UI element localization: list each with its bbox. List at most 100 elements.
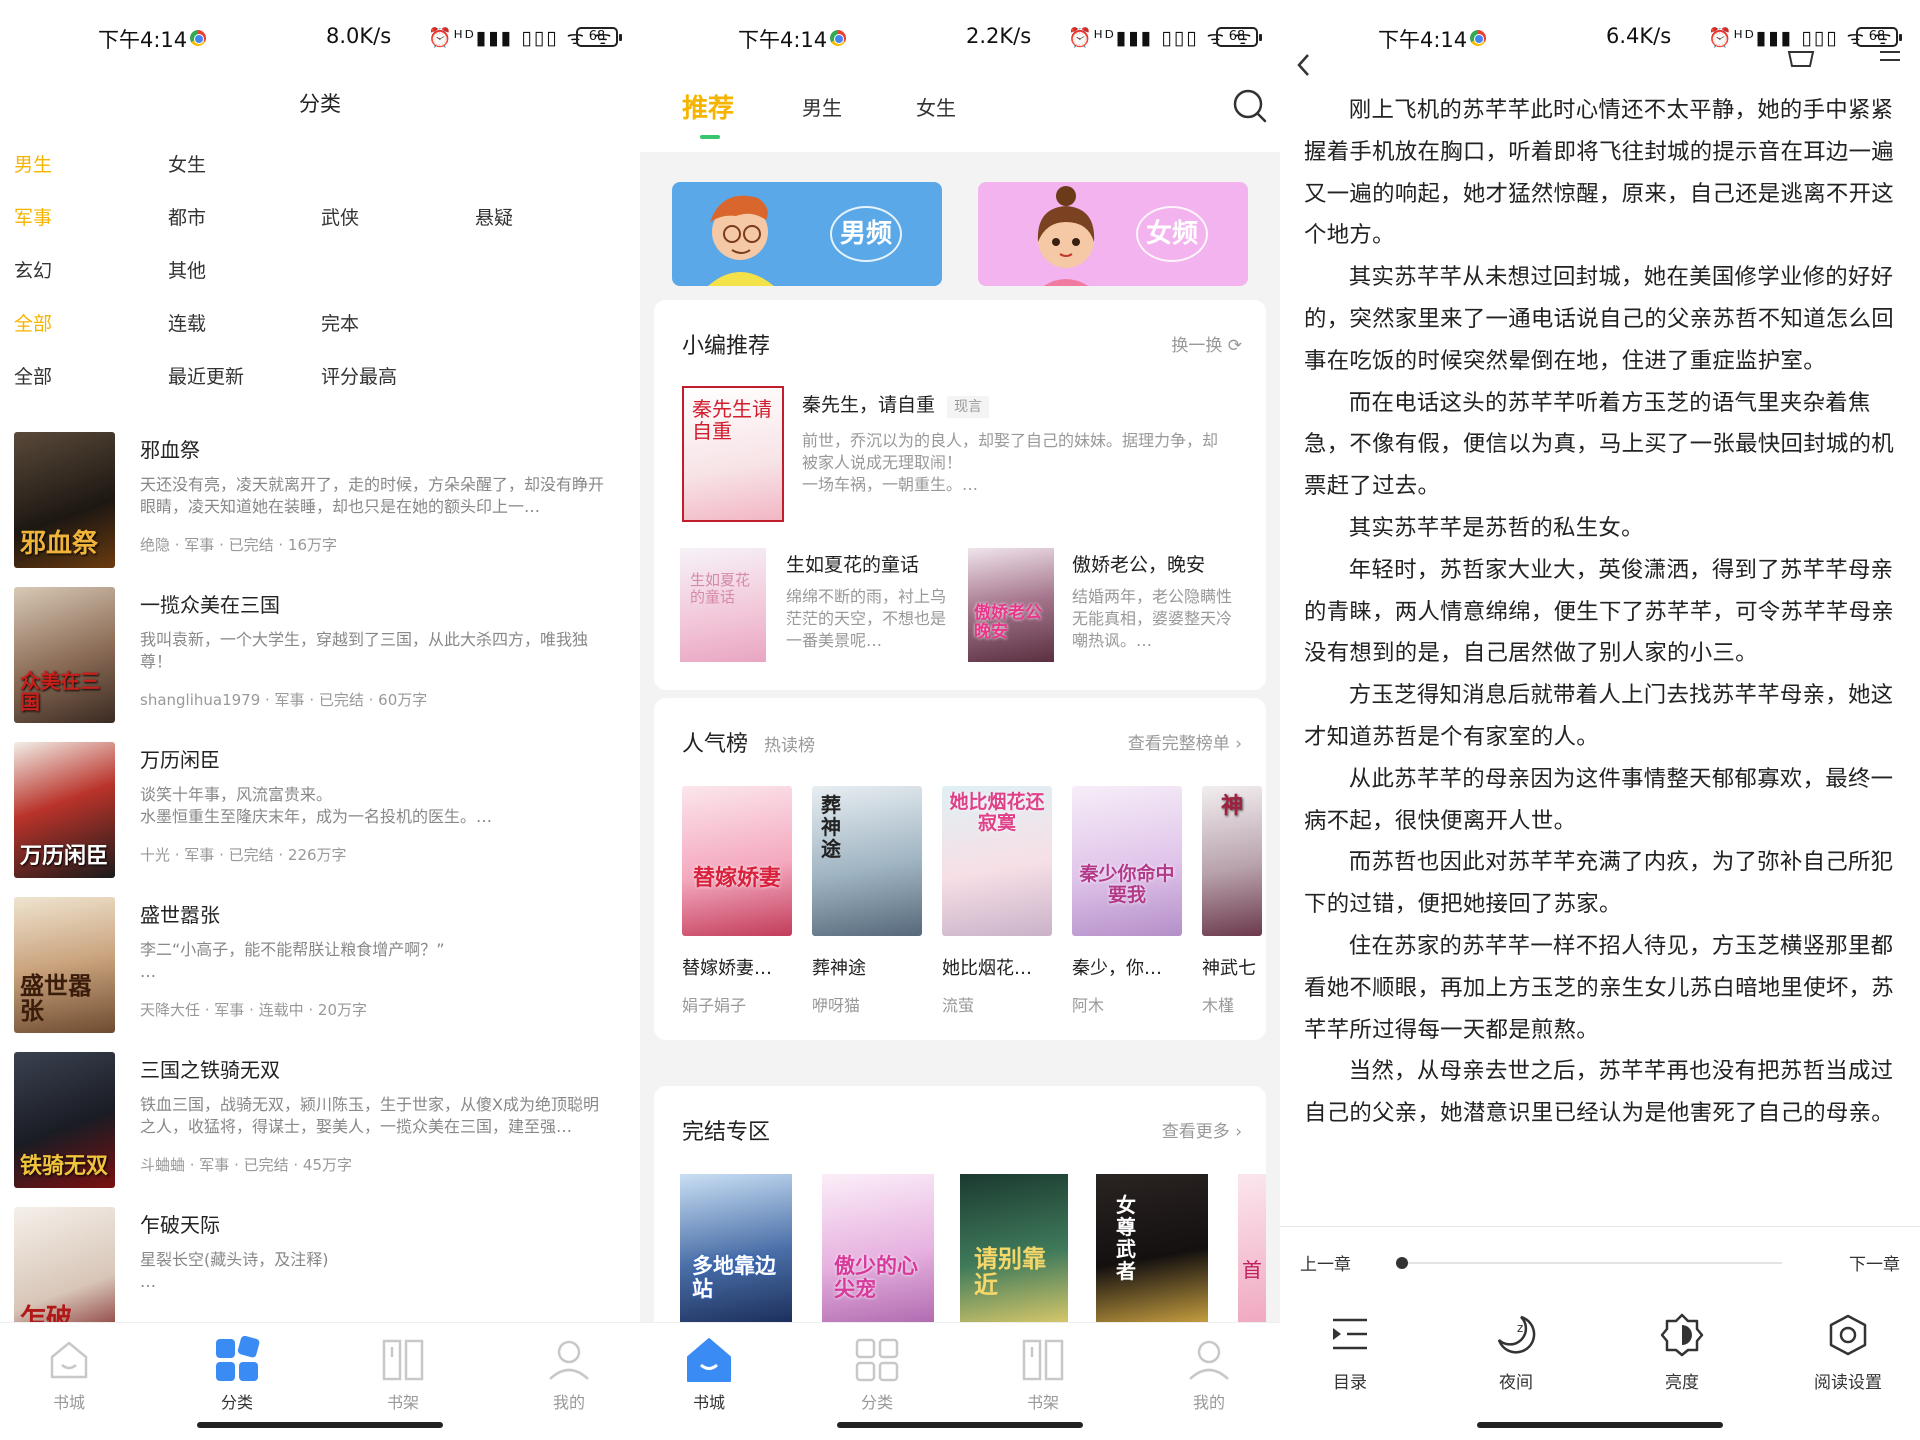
category-grid-icon	[852, 1335, 902, 1385]
filter-option[interactable]: 武侠	[321, 203, 359, 230]
banner-male[interactable]: 男频	[672, 182, 942, 286]
filter-option[interactable]: 完本	[321, 309, 359, 336]
chrome-icon	[1470, 30, 1486, 46]
more-menu-icon[interactable]	[1874, 46, 1904, 68]
nav-item-profile[interactable]: 我的	[1164, 1335, 1254, 1413]
book-list-item[interactable]: 众美在三国 一揽众美在三国 我叫袁新，一个大学生，穿越到了三国，从此大杀四方，唯…	[14, 587, 626, 727]
reader-screen: 下午4:14 6.4K/s ⏰ᴴᴰ▮▮▮ ▯▯▯ ᯤ ᯤ 68 刚上飞机的苏芊芊…	[1280, 0, 1920, 1440]
nav-item-category[interactable]: 分类	[832, 1335, 922, 1413]
book-list-item[interactable]: 铁骑无双 三国之铁骑无双 铁血三国，战骑无双，颍川陈玉，生于世家，从傻X成为绝顶…	[14, 1052, 626, 1192]
status-bar: 下午4:14 8.0K/s ⏰ᴴᴰ▮▮▮ ▯▯▯ ᯤ ᯤ 68	[0, 20, 640, 60]
filter-option[interactable]: 女生	[168, 150, 206, 177]
filter-option[interactable]: 全部	[14, 362, 52, 389]
status-time: 下午4:14	[98, 28, 188, 52]
book-meta: shanglihua1979 · 军事 · 已完结 · 60万字	[140, 691, 428, 709]
refresh-button[interactable]: 换一换 ⟳	[1171, 331, 1242, 356]
ranking-book[interactable]: 她比烟花还寂寞 她比烟花… 流萤	[942, 786, 1052, 1016]
book-cover[interactable]: 首	[1238, 1174, 1266, 1324]
status-speed: 6.4K/s	[1606, 24, 1672, 48]
home-indicator[interactable]	[1477, 1422, 1723, 1428]
book-cover[interactable]: 女尊武者	[1096, 1174, 1208, 1324]
filter-option[interactable]: 全部	[14, 309, 52, 336]
settings-gear-icon	[1823, 1310, 1873, 1360]
toc-button[interactable]: 目录	[1300, 1310, 1400, 1393]
book-cover: 神	[1202, 786, 1262, 936]
editor-picks-card: 小编推荐 换一换 ⟳ 秦先生请自重 秦先生，请自重 现言 前世，乔沉以为的良人，…	[654, 300, 1266, 690]
night-mode-button[interactable]: z 夜间	[1466, 1310, 1566, 1393]
next-chapter-button[interactable]: 下一章	[1849, 1250, 1900, 1275]
status-bar: 下午4:14 2.2K/s ⏰ᴴᴰ▮▮▮ ▯▯▯ ᯤ ᯤ 68	[640, 20, 1280, 60]
filter-option[interactable]: 男生	[14, 150, 52, 177]
nav-item-profile[interactable]: 我的	[524, 1335, 614, 1413]
book-desc: 李二“小高子，能不能帮朕让粮食增产啊？” …	[140, 940, 445, 981]
paragraph: 其实苏芊芊从未想过回封城，她在美国修学业修的好好的，突然家里来了一通电话说自己的…	[1304, 264, 1894, 374]
paragraph: 年轻时，苏哲家大业大，英俊潇洒，得到了苏芊芊母亲的青睐，两人情意绵绵，便生下了苏…	[1304, 556, 1894, 667]
book-cover[interactable]: 多地靠边站	[680, 1174, 792, 1324]
brightness-button[interactable]: 亮度	[1632, 1310, 1732, 1393]
svg-text:z: z	[1517, 1321, 1523, 1335]
bookshelf-icon	[378, 1335, 428, 1385]
paragraph: 当然，从母亲去世之后，苏芊芊再也没有把苏哲当成过自己的父亲，她潜意识里已经认为是…	[1304, 1058, 1894, 1127]
book-cover: 众美在三国	[14, 587, 115, 723]
filter-option[interactable]: 最近更新	[168, 362, 244, 389]
nav-item-bookshelf[interactable]: 书架	[358, 1335, 448, 1413]
ranking-book[interactable]: 葬神途 葬神途 咿呀猫	[812, 786, 922, 1016]
status-time: 下午4:14	[738, 28, 828, 52]
book-title: 替嫁娇妻…	[682, 958, 772, 979]
ranking-book[interactable]: 秦少你命中要我 秦少，你… 阿木	[1072, 786, 1182, 1016]
section-title: 小编推荐	[682, 334, 771, 359]
book-cover[interactable]: 请别靠近	[960, 1174, 1068, 1324]
prev-chapter-button[interactable]: 上一章	[1300, 1250, 1351, 1275]
nav-item-bookstore[interactable]: 书城	[664, 1335, 754, 1413]
filter-option[interactable]: 军事	[14, 203, 52, 230]
back-arrow-icon[interactable]	[1294, 52, 1314, 78]
banner-female[interactable]: 女频	[978, 182, 1248, 286]
tool-label: 阅读设置	[1814, 1373, 1882, 1393]
tool-label: 目录	[1333, 1373, 1367, 1393]
book-list-item[interactable]: 邪血祭 邪血祭 天还没有亮，凌天就离开了，走的时候，方朵朵醒了，却没有睁开眼睛，…	[14, 432, 626, 572]
banner-label: 男频	[830, 206, 902, 262]
book-title: 万历闲臣	[140, 748, 220, 772]
nav-item-bookshelf[interactable]: 书架	[998, 1335, 1088, 1413]
tab-male[interactable]: 男生	[802, 92, 842, 121]
paragraph: 方玉芝得知消息后就带着人上门去找苏芊芊母亲，她这才知道苏哲是个有家室的人。	[1304, 682, 1894, 750]
book-list-item[interactable]: 盛世嚣张 盛世嚣张 李二“小高子，能不能帮朕让粮食增产啊？” … 天降大任 · …	[14, 897, 626, 1037]
battery-icon: 68	[1216, 27, 1262, 47]
home-indicator[interactable]	[837, 1422, 1083, 1428]
slider-knob[interactable]	[1396, 1257, 1408, 1269]
chrome-icon	[830, 30, 846, 46]
filter-option[interactable]: 都市	[168, 203, 206, 230]
view-full-ranking-link[interactable]: 查看完整榜单 ›	[1128, 729, 1242, 754]
home-indicator[interactable]	[197, 1422, 443, 1428]
book-title: 一揽众美在三国	[140, 593, 280, 617]
book-cover[interactable]: 秦先生请自重	[682, 386, 784, 522]
book-author: 娟子娟子	[682, 996, 747, 1015]
book-cover[interactable]: 生如夏花的童话	[680, 548, 766, 662]
book-cover[interactable]: 傲娇老公晚安	[968, 548, 1054, 662]
search-icon[interactable]	[1230, 86, 1270, 126]
chapter-progress-slider[interactable]	[1396, 1257, 1782, 1269]
paragraph: 而苏哲也因此对苏芊芊充满了内疚，为了弥补自己所犯下的过错，便把她接回了苏家。	[1304, 849, 1894, 918]
book-cover[interactable]: 傲少的心尖宠	[822, 1174, 934, 1324]
ranking-book[interactable]: 神 神武七 木槿	[1202, 786, 1262, 1016]
book-title: 葬神途	[812, 958, 866, 979]
battery-icon: 68	[1856, 27, 1902, 47]
view-more-link[interactable]: 查看更多 ›	[1162, 1117, 1242, 1142]
book-list-item[interactable]: 万历闲臣 万历闲臣 谈笑十年事，风流富贵来。 水墨恒重生至隆庆末年，成为一名投机…	[14, 742, 626, 882]
filter-option[interactable]: 悬疑	[475, 203, 513, 230]
tab-recommend[interactable]: 推荐	[682, 88, 734, 139]
filter-option[interactable]: 玄幻	[14, 256, 52, 283]
category-screen: 下午4:14 8.0K/s ⏰ᴴᴰ▮▮▮ ▯▯▯ ᯤ ᯤ 68 分类 男生 女生…	[0, 0, 640, 1440]
filter-option[interactable]: 其他	[168, 256, 206, 283]
top-tab-bar: 推荐 男生 女生	[640, 70, 1280, 152]
reading-settings-button[interactable]: 阅读设置	[1798, 1310, 1898, 1393]
ranking-book[interactable]: 替嫁娇妻 替嫁娇妻… 娟子娟子	[682, 786, 792, 1016]
nav-label: 书架	[1026, 1393, 1059, 1412]
nav-item-bookstore[interactable]: 书城	[24, 1335, 114, 1413]
filter-option[interactable]: 连载	[168, 309, 206, 336]
tab-female[interactable]: 女生	[916, 92, 956, 121]
nav-item-category[interactable]: 分类	[192, 1335, 282, 1413]
basket-icon[interactable]	[1786, 46, 1816, 68]
section-subtitle[interactable]: 热读榜	[764, 731, 815, 756]
filter-option[interactable]: 评分最高	[321, 362, 397, 389]
